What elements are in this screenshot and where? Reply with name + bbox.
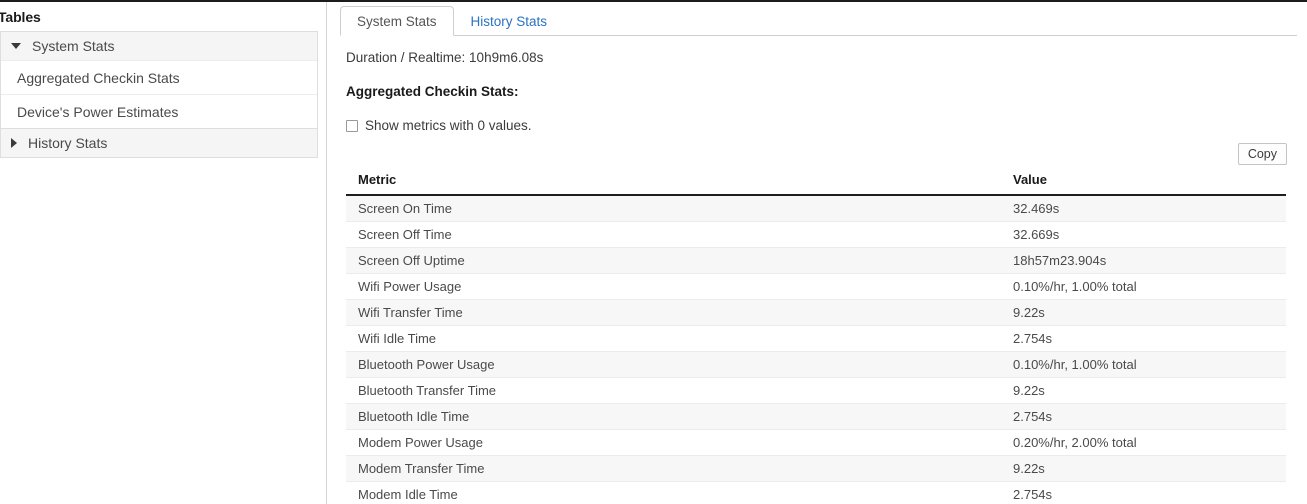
cell-value: 0.20%/hr, 2.00% total [1001, 429, 1286, 455]
show-zero-values-row: Show metrics with 0 values. [346, 118, 1297, 133]
tables-tree: System Stats Aggregated Checkin Stats De… [0, 31, 318, 158]
table-row[interactable]: Wifi Idle Time2.754s [346, 325, 1286, 351]
cell-metric: Modem Idle Time [346, 481, 1001, 504]
show-zero-values-checkbox[interactable] [346, 120, 358, 132]
table-row[interactable]: Bluetooth Idle Time2.754s [346, 403, 1286, 429]
sidebar-item-devices-power-estimates[interactable]: Device's Power Estimates [1, 94, 317, 128]
cell-value: 2.754s [1001, 481, 1286, 504]
table-header-row: Metric Value [346, 172, 1286, 195]
tab-bar: System Stats History Stats [340, 2, 1297, 36]
triangle-right-icon[interactable] [11, 138, 17, 148]
main-content: Duration / Realtime: 10h9m6.08s Aggregat… [328, 36, 1307, 504]
show-zero-values-label: Show metrics with 0 values. [365, 118, 532, 133]
table-row[interactable]: Screen Off Time32.669s [346, 221, 1286, 247]
cell-metric: Bluetooth Idle Time [346, 403, 1001, 429]
cell-metric: Wifi Power Usage [346, 273, 1001, 299]
sidebar-item-aggregated-checkin-stats[interactable]: Aggregated Checkin Stats [1, 60, 317, 94]
aggregated-checkin-stats-table: Metric Value Screen On Time32.469s Scree… [346, 172, 1286, 504]
cell-value: 9.22s [1001, 377, 1286, 403]
sidebar-item-label: Device's Power Estimates [17, 104, 178, 120]
duration-realtime-text: Duration / Realtime: 10h9m6.08s [346, 50, 1297, 65]
tab-system-stats[interactable]: System Stats [340, 6, 454, 36]
table-row[interactable]: Modem Transfer Time9.22s [346, 455, 1286, 481]
table-head: Metric Value [346, 172, 1286, 195]
cell-value: 2.754s [1001, 403, 1286, 429]
cell-metric: Screen Off Uptime [346, 247, 1001, 273]
app-root: Tables System Stats Aggregated Checkin S… [0, 0, 1307, 504]
cell-value: 32.669s [1001, 221, 1286, 247]
sidebar-group-label: System Stats [32, 38, 114, 54]
column-header-value[interactable]: Value [1001, 172, 1286, 195]
sidebar-group-system-stats[interactable]: System Stats [1, 32, 317, 60]
cell-value: 2.754s [1001, 325, 1286, 351]
tree-group-history-stats: History Stats [0, 128, 318, 158]
cell-metric: Wifi Idle Time [346, 325, 1001, 351]
cell-metric: Modem Transfer Time [346, 455, 1001, 481]
tree-group-system-stats: System Stats Aggregated Checkin Stats De… [0, 31, 318, 128]
cell-value: 9.22s [1001, 455, 1286, 481]
cell-metric: Bluetooth Transfer Time [346, 377, 1001, 403]
cell-value: 18h57m23.904s [1001, 247, 1286, 273]
cell-metric: Screen On Time [346, 195, 1001, 221]
copy-button[interactable]: Copy [1238, 143, 1287, 165]
cell-metric: Screen Off Time [346, 221, 1001, 247]
cell-metric: Modem Power Usage [346, 429, 1001, 455]
tab-label: System Stats [357, 14, 437, 29]
cell-metric: Bluetooth Power Usage [346, 351, 1001, 377]
table-row[interactable]: Wifi Transfer Time9.22s [346, 299, 1286, 325]
sidebar-group-history-stats[interactable]: History Stats [1, 129, 317, 157]
tab-history-stats[interactable]: History Stats [454, 6, 565, 36]
section-title: Aggregated Checkin Stats: [346, 84, 1297, 99]
sidebar-item-label: Aggregated Checkin Stats [17, 70, 180, 86]
tab-label: History Stats [471, 14, 548, 29]
table-row[interactable]: Modem Power Usage0.20%/hr, 2.00% total [346, 429, 1286, 455]
table-row[interactable]: Bluetooth Power Usage0.10%/hr, 1.00% tot… [346, 351, 1286, 377]
table-row[interactable]: Screen Off Uptime18h57m23.904s [346, 247, 1286, 273]
table-body: Screen On Time32.469s Screen Off Time32.… [346, 195, 1286, 504]
sidebar-title: Tables [0, 2, 326, 31]
cell-value: 32.469s [1001, 195, 1286, 221]
sidebar-group-label: History Stats [28, 135, 107, 151]
table-row[interactable]: Screen On Time32.469s [346, 195, 1286, 221]
table-row[interactable]: Modem Idle Time2.754s [346, 481, 1286, 504]
table-row[interactable]: Wifi Power Usage0.10%/hr, 1.00% total [346, 273, 1286, 299]
table-row[interactable]: Bluetooth Transfer Time9.22s [346, 377, 1286, 403]
triangle-down-icon[interactable] [11, 43, 21, 49]
cell-value: 0.10%/hr, 1.00% total [1001, 273, 1286, 299]
main-panel: System Stats History Stats Duration / Re… [328, 2, 1307, 504]
copy-button-row: Copy [346, 143, 1297, 165]
cell-value: 0.10%/hr, 1.00% total [1001, 351, 1286, 377]
sidebar: Tables System Stats Aggregated Checkin S… [0, 2, 327, 504]
cell-value: 9.22s [1001, 299, 1286, 325]
column-header-metric[interactable]: Metric [346, 172, 1001, 195]
cell-metric: Wifi Transfer Time [346, 299, 1001, 325]
